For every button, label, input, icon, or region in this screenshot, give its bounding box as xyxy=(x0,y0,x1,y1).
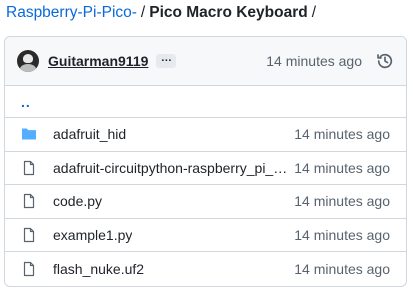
file-row[interactable]: adafruit-circuitpython-raspberry_pi_pico… xyxy=(5,152,406,185)
folder-icon xyxy=(21,126,37,142)
commit-author-link[interactable]: Guitarman9119 xyxy=(48,53,148,69)
avatar[interactable] xyxy=(17,50,39,72)
breadcrumb: Raspberry-Pi-Pico- / Pico Macro Keyboard / xyxy=(6,3,316,23)
file-row[interactable]: example1.py 14 minutes ago xyxy=(5,219,406,252)
file-browser: Guitarman9119 … 14 minutes ago .. adafru… xyxy=(4,36,407,287)
last-commit-age[interactable]: 14 minutes ago xyxy=(294,160,390,176)
file-name-link[interactable]: example1.py xyxy=(53,227,132,243)
breadcrumb-trailing-separator: / xyxy=(311,4,317,21)
last-commit-age[interactable]: 14 minutes ago xyxy=(294,126,390,142)
commit-time[interactable]: 14 minutes ago xyxy=(266,53,362,69)
parent-directory-link[interactable]: .. xyxy=(21,94,31,110)
file-row[interactable]: flash_nuke.uf2 14 minutes ago xyxy=(5,252,406,286)
history-icon[interactable] xyxy=(376,52,394,70)
file-icon xyxy=(21,193,37,209)
file-icon xyxy=(21,160,37,176)
file-icon xyxy=(21,227,37,243)
commit-message-expand-button[interactable]: … xyxy=(156,53,177,68)
breadcrumb-current-folder: Pico Macro Keyboard xyxy=(149,4,308,21)
folder-row[interactable]: adafruit_hid 14 minutes ago xyxy=(5,118,406,152)
latest-commit-bar: Guitarman9119 … 14 minutes ago xyxy=(5,37,406,86)
last-commit-age[interactable]: 14 minutes ago xyxy=(294,261,390,277)
file-name-link[interactable]: code.py xyxy=(53,193,102,209)
breadcrumb-separator: / xyxy=(140,4,146,21)
file-name-link[interactable]: adafruit-circuitpython-raspberry_pi_pico… xyxy=(53,160,294,176)
last-commit-age[interactable]: 14 minutes ago xyxy=(294,227,390,243)
file-name-link[interactable]: flash_nuke.uf2 xyxy=(53,261,144,277)
breadcrumb-repo-link[interactable]: Raspberry-Pi-Pico- xyxy=(6,4,137,21)
folder-name-link[interactable]: adafruit_hid xyxy=(53,126,126,142)
parent-directory-row[interactable]: .. xyxy=(5,86,406,118)
file-icon xyxy=(21,261,37,277)
file-row[interactable]: code.py 14 minutes ago xyxy=(5,185,406,219)
last-commit-age[interactable]: 14 minutes ago xyxy=(294,193,390,209)
